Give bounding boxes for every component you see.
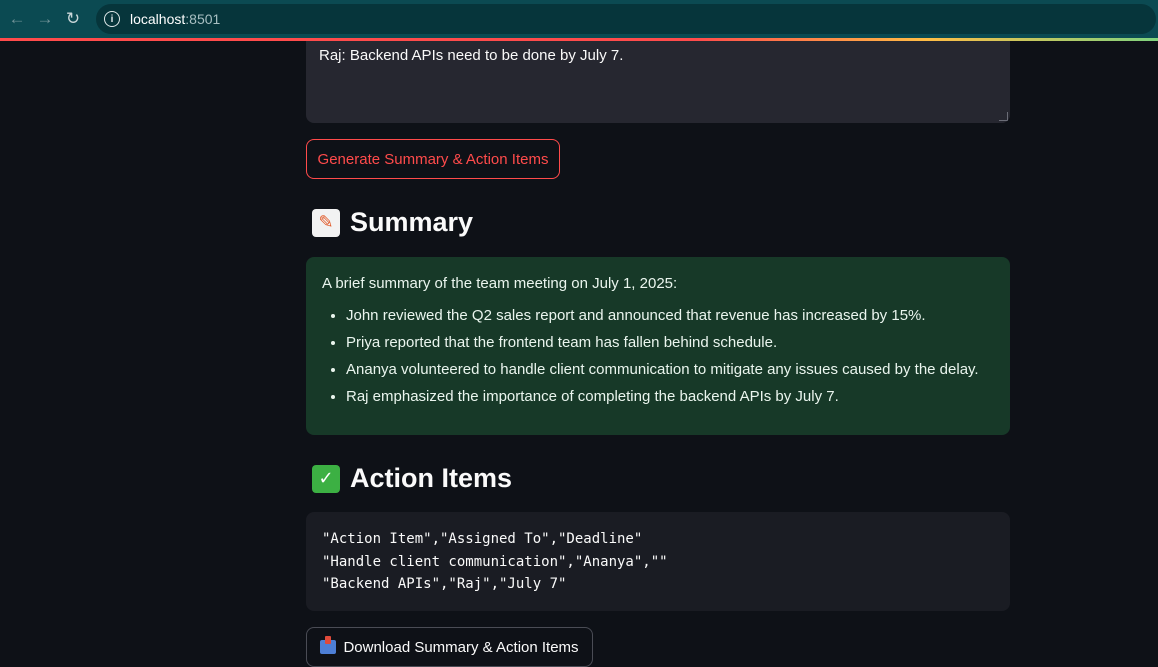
transcript-textarea[interactable]: Raj: Backend APIs need to be done by Jul… — [306, 41, 1010, 123]
summary-bullet: Priya reported that the frontend team ha… — [346, 333, 994, 353]
csv-line: "Backend APIs","Raj","July 7" — [322, 576, 567, 592]
url-text: localhost:8501 — [130, 11, 220, 27]
resize-handle-icon[interactable] — [999, 112, 1008, 121]
summary-heading: ✎ Summary — [312, 207, 473, 238]
forward-icon[interactable]: → — [34, 8, 56, 30]
summary-bullet: Raj emphasized the importance of complet… — [346, 387, 994, 407]
action-items-heading: ✓ Action Items — [312, 463, 512, 494]
generate-summary-button[interactable]: Generate Summary & Action Items — [306, 139, 560, 179]
browser-toolbar: ← → ↻ i localhost:8501 — [0, 0, 1158, 38]
address-bar[interactable]: i localhost:8501 — [96, 4, 1156, 34]
csv-line: "Handle client communication","Ananya","… — [322, 553, 668, 570]
summary-list: John reviewed the Q2 sales report and an… — [322, 306, 994, 407]
download-button-label: Download Summary & Action Items — [343, 638, 579, 656]
summary-heading-text: Summary — [350, 207, 474, 237]
summary-box: A brief summary of the team meeting on J… — [306, 257, 1010, 435]
transcript-visible-line: Raj: Backend APIs need to be done by Jul… — [319, 47, 624, 64]
csv-line: "Action Item","Assigned To","Deadline" — [322, 531, 643, 547]
download-button[interactable]: Download Summary & Action Items — [306, 627, 593, 667]
url-port: :8501 — [185, 11, 221, 27]
summary-intro: A brief summary of the team meeting on J… — [322, 275, 678, 292]
back-icon[interactable]: ← — [6, 8, 28, 30]
action-items-heading-text: Action Items — [350, 463, 513, 493]
memo-icon: ✎ — [312, 208, 340, 237]
summary-bullet: Ananya volunteered to handle client comm… — [346, 360, 994, 380]
check-mark-icon: ✓ — [312, 464, 340, 493]
reload-icon[interactable]: ↻ — [62, 8, 84, 30]
summary-bullet: John reviewed the Q2 sales report and an… — [346, 306, 994, 326]
site-info-icon[interactable]: i — [104, 11, 120, 27]
action-items-code-block: "Action Item","Assigned To","Deadline" "H… — [306, 512, 1010, 611]
inbox-tray-icon — [320, 636, 337, 654]
url-host: localhost — [130, 11, 186, 27]
